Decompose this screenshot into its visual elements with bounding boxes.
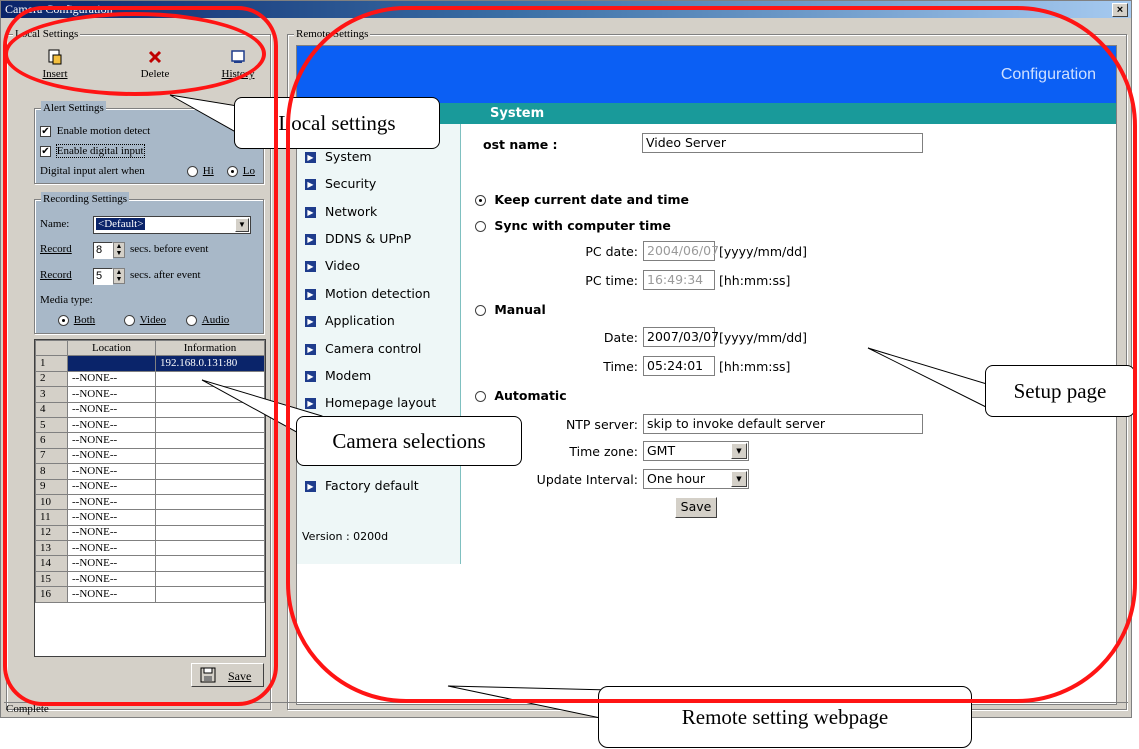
- camera-selections-callout: Camera selections: [296, 416, 522, 466]
- annotation-layer: [169, 94, 1001, 721]
- local-settings-callout: Local settings: [234, 97, 440, 149]
- setup-page-callout: Setup page: [985, 365, 1135, 417]
- remote-webpage-callout: Remote setting webpage: [598, 686, 972, 748]
- setup-callout-pointer: [867, 347, 1001, 411]
- remote-callout-pointer: [447, 685, 611, 721]
